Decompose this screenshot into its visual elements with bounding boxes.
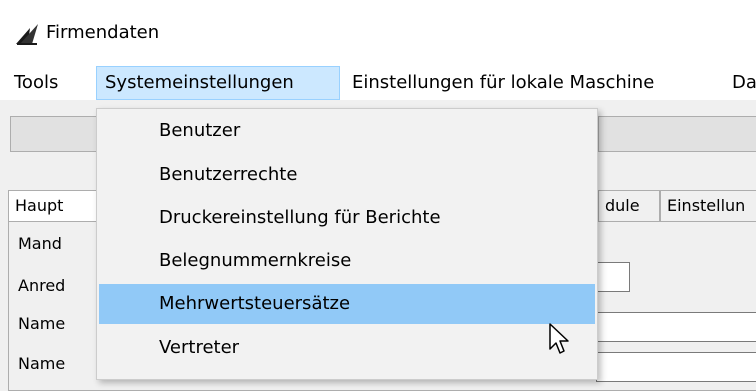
dropdown-item-benutzer[interactable]: Benutzer [99, 111, 595, 151]
title-bar: Firmendaten [0, 0, 756, 66]
field-label-anrede: Anred [18, 276, 66, 295]
menu-bar: Tools Systemeinstellungen Einstellungen … [0, 66, 756, 100]
menu-systemeinstellungen[interactable]: Systemeinstellungen [96, 66, 340, 100]
dropdown-item-mehrwertsteuersaetze[interactable]: Mehrwertsteuersätze [99, 284, 595, 324]
tab-haupt[interactable]: Haupt [8, 190, 98, 222]
menu-tools[interactable]: Tools [6, 66, 66, 100]
anrede-input[interactable] [596, 262, 630, 292]
menu-da[interactable]: Da [724, 66, 756, 100]
dropdown-item-benutzerrechte[interactable]: Benutzerrechte [99, 155, 595, 195]
tab-einstellungen[interactable]: Einstellun [660, 190, 756, 222]
mouse-pointer-icon [549, 323, 569, 354]
app-logo-icon [16, 24, 38, 45]
dropdown-item-belegnummernkreise[interactable]: Belegnummernkreise [99, 241, 595, 281]
tab-module[interactable]: dule [598, 190, 660, 222]
field-label-name: Name [18, 314, 66, 333]
menu-einstellungen-lokale-maschine[interactable]: Einstellungen für lokale Maschine [344, 66, 662, 100]
toolbar-button-right[interactable] [598, 116, 756, 152]
dropdown-item-druckereinstellung[interactable]: Druckereinstellung für Berichte [99, 198, 595, 238]
name-input[interactable] [596, 312, 756, 342]
field-label-name-2: Name [18, 354, 66, 373]
dropdown-item-vertreter[interactable]: Vertreter [99, 328, 595, 368]
window-title: Firmendaten [46, 22, 160, 43]
systemeinstellungen-dropdown: Benutzer Benutzerrechte Druckereinstellu… [96, 108, 598, 380]
field-label-mandant: Mand [18, 234, 62, 253]
